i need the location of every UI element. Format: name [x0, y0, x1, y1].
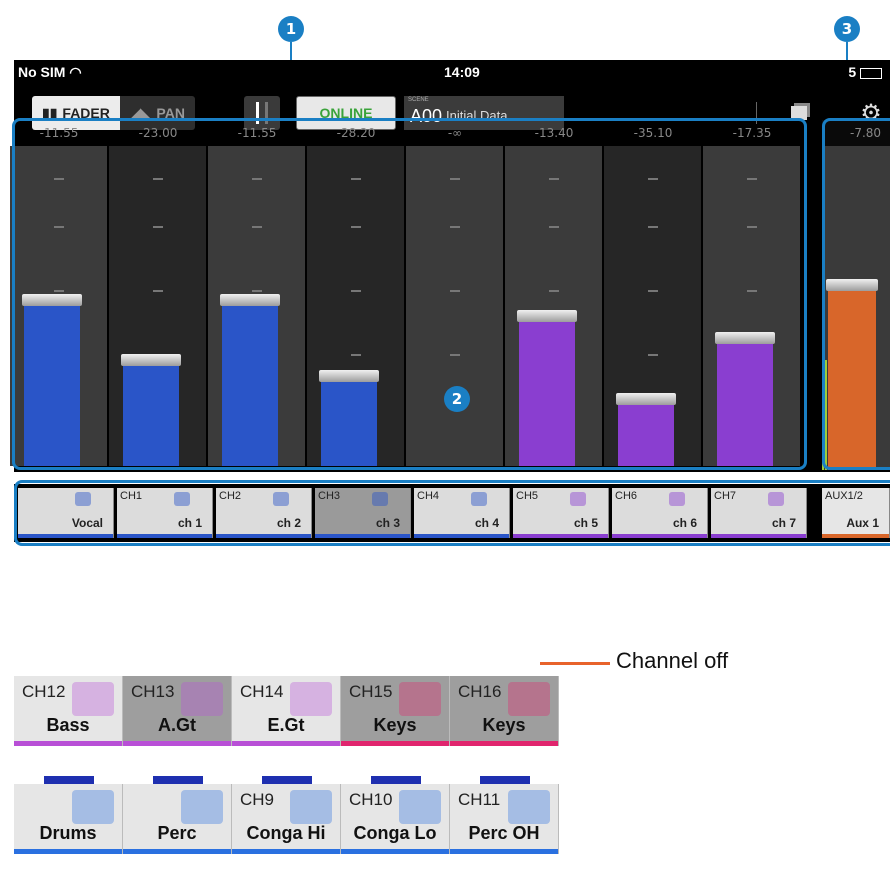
dca-indicator [480, 776, 530, 784]
channel-name: Bass [46, 715, 90, 735]
dca-indicator [262, 776, 312, 784]
example-row-dca: Drums Perc CH9 Conga Hi CH10 Conga Lo CH11 Perc… [14, 776, 559, 854]
channel-name: E.Gt [267, 715, 305, 735]
channel-name-button[interactable]: CH11 Perc OH [450, 776, 559, 854]
instrument-icon [181, 790, 223, 824]
channel-color-stripe [123, 741, 231, 746]
battery-indicator: 5 [848, 64, 882, 80]
clock-text: 14:09 [444, 64, 480, 80]
channel-name: Drums [39, 823, 97, 843]
channel-name: Keys [373, 715, 417, 735]
carrier-text: No SIM ◠ [18, 64, 82, 80]
channel-name-button[interactable]: CH12 Bass [14, 676, 123, 746]
channel-color-stripe [341, 849, 449, 854]
channel-lane-highlight [14, 480, 890, 546]
channel-color-stripe [450, 741, 558, 746]
channel-number: CH9 [240, 790, 275, 809]
channel-color-stripe [123, 849, 231, 854]
wifi-icon: ◠ [69, 64, 82, 80]
channel-name: Conga Hi [246, 823, 326, 843]
channel-name-button[interactable]: CH10 Conga Lo [341, 776, 450, 854]
scene-caption: SCENE [408, 97, 429, 103]
channel-color-stripe [341, 741, 449, 746]
channel-name: Perc OH [468, 823, 540, 843]
channel-color-stripe [14, 849, 122, 854]
channel-color-stripe [450, 849, 558, 854]
channel-number: CH13 [131, 682, 175, 701]
instrument-icon [72, 790, 114, 824]
channel-name-button[interactable]: Perc [123, 776, 232, 854]
channel-number: CH16 [458, 682, 502, 701]
channel-name-button[interactable]: CH13 A.Gt [123, 676, 232, 746]
channel-name-button[interactable]: CH14 E.Gt [232, 676, 341, 746]
channel-name-button[interactable]: Drums [14, 776, 123, 854]
channel-name: A.Gt [158, 715, 196, 735]
instrument-icon [290, 682, 332, 716]
channel-name-button[interactable]: CH15 Keys [341, 676, 450, 746]
channel-number: CH15 [349, 682, 393, 701]
channel-number: CH10 [349, 790, 393, 809]
example-row-channel-off: CH12 Bass CH13 A.Gt CH14 E.Gt CH15 Keys CH16 Keys [14, 676, 559, 746]
status-bar: No SIM ◠ 14:09 5 [14, 60, 890, 84]
aux-area-highlight [822, 118, 890, 470]
callout-2: 2 [444, 386, 470, 412]
instrument-icon [72, 682, 114, 716]
instrument-icon [508, 790, 550, 824]
channel-name-button[interactable]: CH9 Conga Hi [232, 776, 341, 854]
callout-1: 1 [278, 16, 304, 42]
fader-area-highlight [12, 118, 807, 470]
dca-indicator [44, 776, 94, 784]
channel-color-stripe [14, 741, 122, 746]
channel-number: CH12 [22, 682, 66, 701]
channel-name: Conga Lo [353, 823, 437, 843]
channel-name-button[interactable]: CH16 Keys [450, 676, 559, 746]
instrument-icon [399, 790, 441, 824]
channel-number: CH11 [458, 790, 501, 809]
instrument-icon [181, 682, 223, 716]
channel-off-pointer [540, 662, 610, 665]
dca-indicator [153, 776, 203, 784]
instrument-icon [508, 682, 550, 716]
channel-number: CH14 [240, 682, 284, 701]
channel-color-stripe [232, 741, 340, 746]
dca-indicator [371, 776, 421, 784]
callout-3: 3 [834, 16, 860, 42]
channel-off-label: Channel off [616, 648, 729, 673]
instrument-icon [290, 790, 332, 824]
battery-icon [860, 67, 882, 79]
channel-color-stripe [232, 849, 340, 854]
channel-name: Keys [482, 715, 526, 735]
instrument-icon [399, 682, 441, 716]
channel-name: Perc [157, 823, 197, 843]
